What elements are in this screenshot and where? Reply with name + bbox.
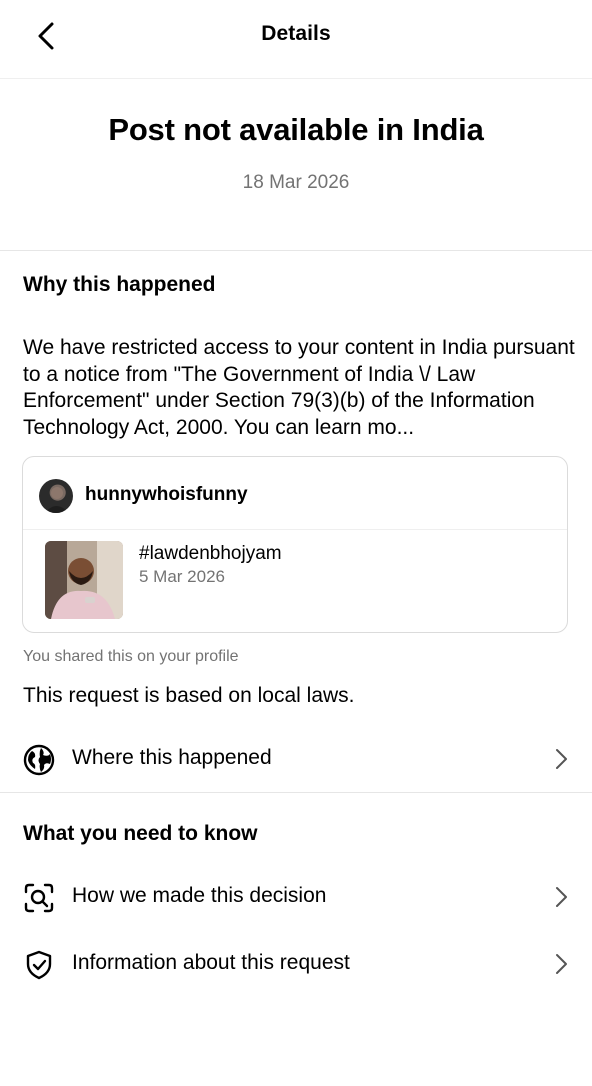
post-thumbnail [45,541,123,619]
post-date: 5 Mar 2026 [139,567,225,586]
local-laws-text: This request is based on local laws. [23,684,355,707]
chevron-right-icon [554,748,568,770]
where-this-happened-label: Where this happened [72,746,272,769]
status-date: 18 Mar 2026 [242,172,350,193]
how-we-made-decision-label: How we made this decision [72,884,327,907]
shield-check-icon [22,948,56,982]
where-this-happened-row[interactable]: Where this happened [0,731,592,787]
section-divider [0,792,592,793]
globe-icon [22,743,56,777]
how-we-made-decision-row[interactable]: How we made this decision [0,869,592,925]
post-card[interactable]: hunnywhoisfunny #lawdenbhojyam 5 Mar 202… [22,456,568,633]
post-username: hunnywhoisfunny [85,484,248,505]
why-explanation: We have restricted access to your conten… [23,336,575,439]
page-title: Details [261,22,331,45]
search-scan-icon [22,881,56,915]
shared-note: You shared this on your profile [23,648,239,665]
know-heading: What you need to know [23,822,258,845]
post-card-header: hunnywhoisfunny [23,457,567,530]
post-caption: #lawdenbhojyam [139,543,282,564]
avatar [39,479,73,513]
why-heading: Why this happened [23,273,216,296]
information-about-request-label: Information about this request [72,951,350,974]
section-divider [0,250,592,251]
information-about-request-row[interactable]: Information about this request [0,936,592,992]
chevron-right-icon [554,886,568,908]
chevron-right-icon [554,953,568,975]
status-title: Post not available in India [108,112,484,147]
top-bar: Details [0,0,592,79]
